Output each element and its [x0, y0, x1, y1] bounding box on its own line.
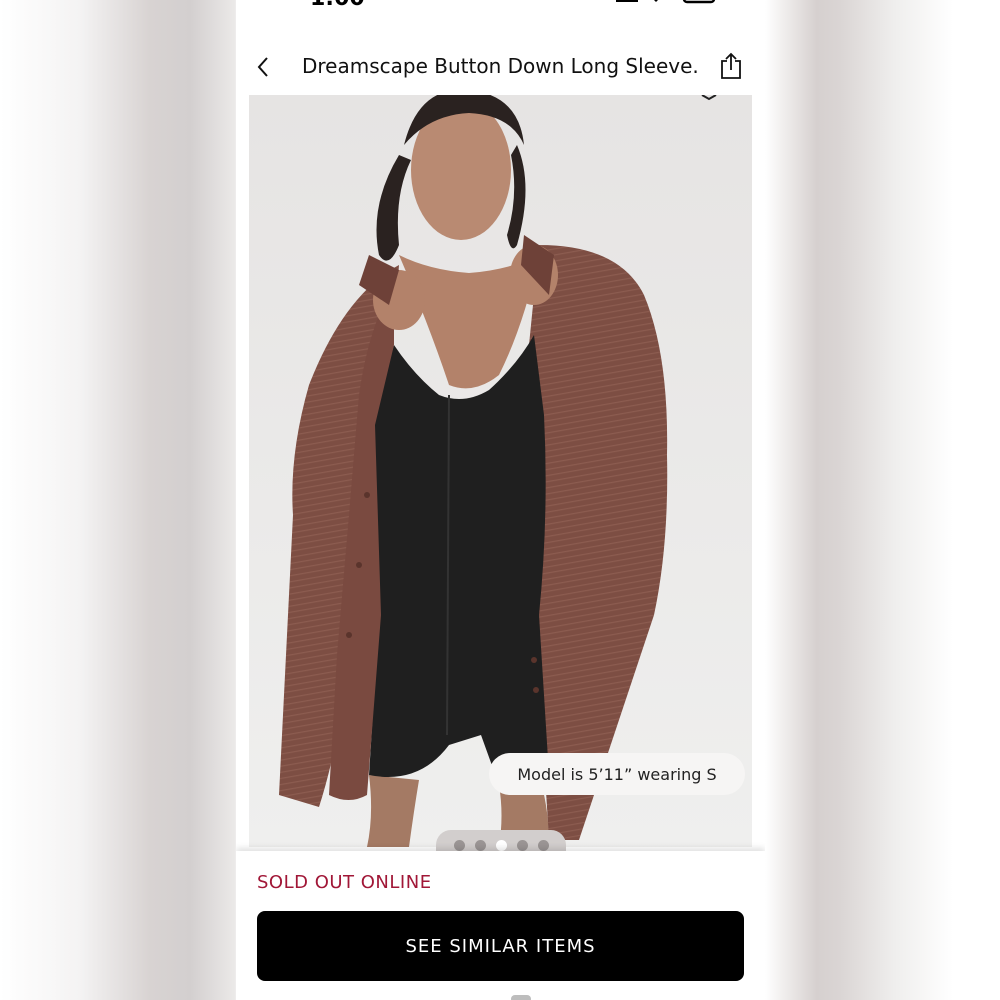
status-time: 1:00 [310, 0, 365, 11]
see-similar-items-button[interactable]: SEE SIMILAR ITEMS [257, 911, 744, 981]
share-button[interactable] [716, 50, 746, 82]
wifi-icon [654, 0, 658, 2]
product-photo [249, 95, 752, 847]
availability-status: SOLD OUT ONLINE [257, 872, 432, 893]
battery-icon [682, 0, 716, 4]
status-icons [616, 0, 716, 4]
model-size-caption: Model is 5’11” wearing S [489, 753, 745, 795]
nav-header: Dreamscape Button Down Long Sleeve... [236, 40, 765, 94]
carousel-dot[interactable] [453, 840, 465, 851]
signal-icon [616, 0, 638, 2]
home-indicator [511, 995, 531, 1000]
back-button[interactable] [248, 52, 278, 82]
page-title: Dreamscape Button Down Long Sleeve... [302, 54, 698, 78]
background-right [765, 0, 1000, 1000]
product-image[interactable]: Model is 5’11” wearing S [249, 95, 752, 847]
chevron-left-icon [257, 57, 268, 77]
purchase-sheet: SOLD OUT ONLINE SEE SIMILAR ITEMS [236, 851, 765, 1000]
share-icon [721, 52, 741, 79]
phone-screen: 1:00 Dreamscape Button Down Long Sleeve.… [236, 0, 765, 1000]
carousel-dot[interactable] [537, 840, 549, 851]
carousel-dot[interactable] [516, 840, 528, 851]
carousel-dot-active[interactable] [495, 840, 507, 851]
carousel-dot[interactable] [474, 840, 486, 851]
